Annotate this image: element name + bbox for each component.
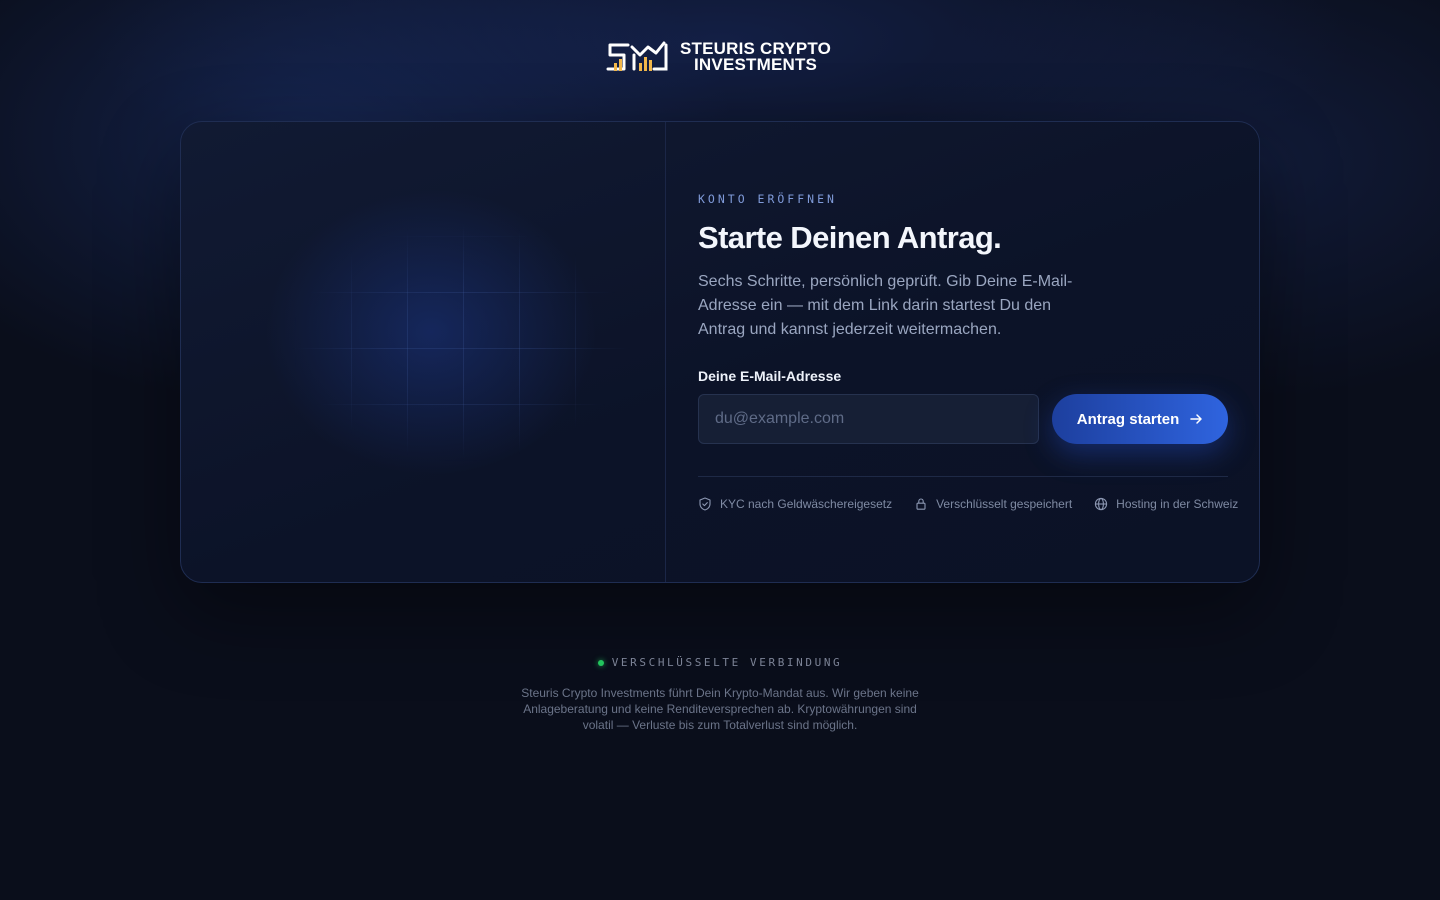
- status-dot-icon: [597, 659, 604, 666]
- globe-icon: [1095, 497, 1108, 511]
- signup-form: KONTO ERÖFFNEN Starte Deinen Antrag. Sec…: [698, 122, 1238, 582]
- decorative-panel: [181, 122, 666, 582]
- start-application-label: Antrag starten: [1076, 410, 1180, 428]
- trust-item-label: Hosting in der Schweiz: [1116, 497, 1239, 511]
- email-label: Deine E-Mail-Adresse: [698, 368, 842, 384]
- brand-name-line2: INVESTMENTS: [694, 55, 818, 74]
- trust-badges: KYC nach Geldwäschereigesetz Verschlüsse…: [698, 497, 1238, 511]
- trust-item-label: KYC nach Geldwäschereigesetz: [720, 497, 893, 511]
- arrow-right-icon: [1190, 414, 1203, 424]
- shield-check-icon: [699, 497, 711, 511]
- brand-wordmark: STEURIS CRYPTO INVESTMENTS: [680, 40, 831, 74]
- lock-icon: [916, 498, 926, 510]
- connection-status: VERSCHLÜSSELTE VERBINDUNG: [0, 656, 1440, 669]
- connection-status-label: VERSCHLÜSSELTE VERBINDUNG: [611, 656, 843, 669]
- brand-logo-mark: [606, 41, 668, 71]
- trust-item-label: Verschlüsselt gespeichert: [936, 497, 1073, 511]
- email-field[interactable]: [698, 394, 1039, 444]
- legal-disclaimer: Steuris Crypto Investments führt Dein Kr…: [521, 686, 919, 732]
- intro-text: Sechs Schritte, persönlich geprüft. Gib …: [698, 273, 1073, 338]
- brand-logo[interactable]: STEURIS CRYPTO INVESTMENTS: [606, 38, 831, 76]
- divider: [698, 476, 1228, 477]
- section-eyebrow: KONTO ERÖFFNEN: [698, 192, 837, 206]
- trust-item-kyc: KYC nach Geldwäschereigesetz: [698, 497, 892, 511]
- decorative-grid: [291, 222, 631, 462]
- start-application-button[interactable]: Antrag starten: [1052, 394, 1228, 444]
- signup-card: KONTO ERÖFFNEN Starte Deinen Antrag. Sec…: [180, 121, 1260, 583]
- page-title: Starte Deinen Antrag.: [698, 220, 1002, 255]
- trust-item-encryption: Verschlüsselt gespeichert: [914, 497, 1072, 511]
- trust-item-hosting: Hosting in der Schweiz: [1094, 497, 1238, 511]
